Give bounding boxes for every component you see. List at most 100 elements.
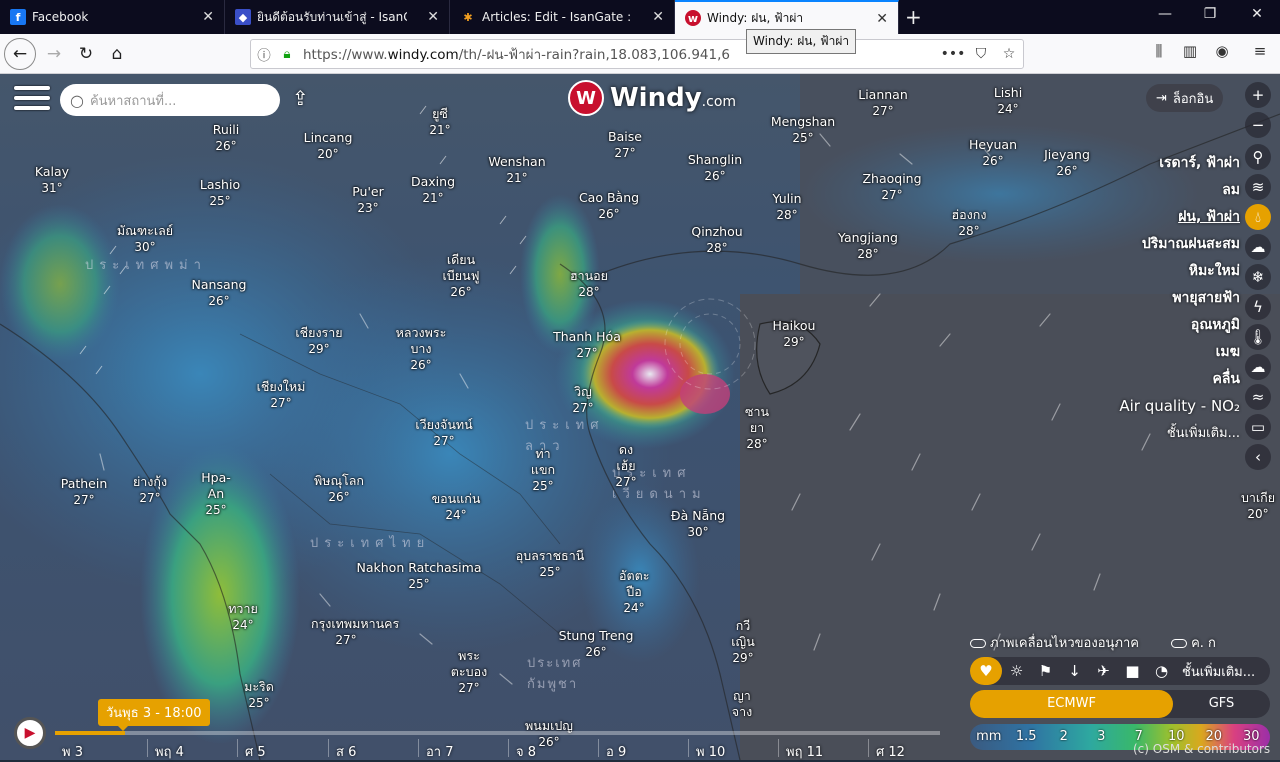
signal-icon[interactable]: ◔ [1147, 662, 1176, 680]
place-label[interactable]: ทวาย 24° [228, 601, 258, 633]
layer-radar[interactable]: เรดาร์, ฟ้าผ่า [1119, 150, 1240, 177]
wind-icon[interactable]: ≋ [1245, 174, 1271, 200]
sun-icon[interactable]: ☼ [1002, 662, 1031, 680]
window-close-icon[interactable]: ✕ [1242, 6, 1272, 22]
particles-toggle[interactable]: ภาพเคลื่อนไหวของอนุภาค [970, 636, 1153, 651]
info-icon[interactable]: ⓘ [251, 44, 277, 64]
layer-wind[interactable]: ลม [1119, 177, 1240, 204]
new-tab-icon[interactable]: + [905, 5, 922, 29]
place-label[interactable]: ญาจาง [727, 688, 757, 720]
place-label[interactable]: มัณฑะเลย์ 30° [115, 223, 175, 255]
place-label[interactable]: เชียงราย 29° [295, 325, 342, 357]
thermometer-icon[interactable]: 🌡︎ [1245, 324, 1271, 350]
place-label[interactable]: Stung Treng 26° [559, 628, 634, 660]
place-label[interactable]: ซานยา 28° [742, 404, 772, 452]
timeline-day[interactable]: ส 6 [336, 741, 356, 762]
close-tab-icon[interactable]: ✕ [876, 11, 888, 27]
timeline-day[interactable]: พ 10 [696, 741, 725, 762]
place-label[interactable]: Wenshan 21° [488, 154, 545, 186]
place-label[interactable]: พิษณุโลก 26° [314, 473, 364, 505]
windy-logo[interactable]: W Windy.com [568, 80, 736, 116]
place-label[interactable]: Daxing 21° [411, 174, 455, 206]
place-label[interactable]: Lishi 24° [994, 85, 1022, 117]
airplane-icon[interactable]: ✈ [1089, 662, 1118, 680]
timeline-day[interactable]: อา 7 [426, 741, 454, 762]
place-label[interactable]: Yulin 28° [773, 191, 802, 223]
place-label[interactable]: Yangjiang 28° [838, 230, 898, 262]
model-ecmwf[interactable]: ECMWF [970, 690, 1173, 718]
place-label[interactable]: Liannan 27° [858, 87, 908, 119]
zoom-out-icon[interactable]: − [1245, 112, 1271, 138]
place-label[interactable]: Ruili 26° [213, 122, 239, 154]
close-tab-icon[interactable]: ✕ [427, 9, 439, 25]
layer-thunderstorm[interactable]: พายุสายฟ้า [1119, 285, 1240, 312]
timeline-day[interactable]: ศ 12 [876, 741, 905, 762]
place-label[interactable]: วิญ 27° [572, 384, 593, 416]
other-toggle[interactable]: ค. ก [1171, 636, 1230, 651]
forward-arrow-icon[interactable]: → [40, 40, 68, 68]
layer-more[interactable]: ชั้นเพิ่มเติม... [1119, 420, 1240, 447]
home-icon[interactable]: ⌂ [103, 40, 131, 68]
place-label[interactable]: Mengshan 25° [771, 114, 835, 146]
layer-accumulation[interactable]: ปริมาณฝนสะสม [1119, 231, 1240, 258]
share-icon[interactable]: ⇪ [292, 86, 309, 110]
restore-icon[interactable]: ❐ [1195, 6, 1225, 22]
place-label[interactable]: Pu'er 23° [352, 184, 384, 216]
pocket-icon[interactable]: ⛉ [967, 46, 995, 62]
place-label[interactable]: Nansang 26° [192, 277, 247, 309]
place-label[interactable]: อัตตะปือ 24° [619, 568, 649, 616]
layer-waves[interactable]: คลื่น [1119, 366, 1240, 393]
place-label[interactable]: บาเกีย 20° [1241, 490, 1275, 522]
place-label[interactable]: เวียงจันทน์ 27° [415, 417, 472, 449]
place-label[interactable]: กรุงเทพมหานคร 27° [311, 616, 399, 648]
timeline-day[interactable]: ศ 5 [245, 741, 266, 762]
webcam-icon[interactable]: ■ [1118, 662, 1147, 680]
place-label[interactable]: Heyuan 26° [969, 137, 1017, 169]
layer-new-snow[interactable]: หิมะใหม่ [1119, 258, 1240, 285]
account-icon[interactable]: ◉ [1208, 42, 1236, 60]
place-label[interactable]: เดียนเบียนฟู 26° [436, 252, 486, 300]
tab-isangate-welcome[interactable]: ◆ ยินดีต้อนรับท่านเข้าสู่ - IsanGate : ✕ [225, 0, 450, 34]
place-label[interactable]: หลวงพระบาง 26° [386, 325, 456, 373]
layer-air-quality[interactable]: Air quality - NO₂ [1119, 393, 1240, 420]
waves-icon[interactable]: ≈ [1245, 384, 1271, 410]
snow-icon[interactable]: ❄ [1245, 264, 1271, 290]
place-label[interactable]: Cao Bằng 26° [579, 190, 639, 222]
place-label[interactable]: ฮานอย 28° [570, 268, 608, 300]
icon-row-more[interactable]: ชั้นเพิ่มเติม... [1182, 661, 1255, 682]
cloud-icon[interactable]: ☁ [1245, 354, 1271, 380]
radar-icon[interactable]: ⚲ [1245, 144, 1271, 170]
place-label[interactable]: ท่าแขก 25° [528, 446, 558, 494]
car-icon[interactable]: ▭ [1245, 414, 1271, 440]
place-label[interactable]: Baise 27° [608, 129, 642, 161]
timeline-day[interactable]: พฤ 4 [155, 741, 184, 762]
place-label[interactable]: ย่างกุ้ง 27° [133, 474, 167, 506]
timeline-track[interactable] [55, 731, 940, 735]
place-label[interactable]: Hpa-An 25° [201, 470, 231, 518]
timeline-day[interactable]: จ 8 [516, 741, 536, 762]
place-label[interactable]: Nakhon Ratchasima 25° [357, 560, 482, 592]
timeline-day[interactable]: อ 9 [606, 741, 626, 762]
time-bubble[interactable]: วันพุธ 3 - 18:00 [98, 699, 210, 731]
place-label[interactable]: Shanglin 26° [688, 152, 742, 184]
url-bar[interactable]: ⓘ 🔒︎ https://www.windy.com/th/-ฝน-ฟ้าผ่า… [250, 39, 1024, 69]
search-input[interactable]: ○ ค้นหาสถานที่... [60, 84, 280, 116]
place-label[interactable]: กวีเญิน 29° [728, 618, 758, 666]
pin-icon[interactable]: ↓ [1060, 662, 1089, 680]
place-label[interactable]: ขอนแก่น 24° [432, 491, 481, 523]
timeline-day[interactable]: พฤ 11 [786, 741, 823, 762]
menu-icon[interactable]: ≡ [1246, 42, 1274, 60]
place-label[interactable]: ฮ่องกง 28° [952, 207, 987, 239]
place-label[interactable]: อุบลราชธานี 25° [516, 548, 585, 580]
place-label[interactable]: Kalay 31° [35, 164, 69, 196]
place-label[interactable]: มะริด 25° [244, 679, 274, 711]
thunder-icon[interactable]: ϟ [1245, 294, 1271, 320]
place-label[interactable]: Lincang 20° [304, 130, 353, 162]
place-label[interactable]: พระตะบอง 27° [449, 648, 489, 696]
lock-icon[interactable]: 🔒︎ [277, 46, 297, 62]
login-button[interactable]: ⇥ ล็อกอิน [1146, 84, 1224, 112]
place-label[interactable]: เชียงใหม่ 27° [257, 379, 306, 411]
place-label[interactable]: ดงเฮ้ย 27° [611, 442, 641, 490]
bookmark-star-icon[interactable]: ☆ [995, 46, 1023, 62]
library-icon[interactable]: ⫼ [1145, 42, 1173, 60]
